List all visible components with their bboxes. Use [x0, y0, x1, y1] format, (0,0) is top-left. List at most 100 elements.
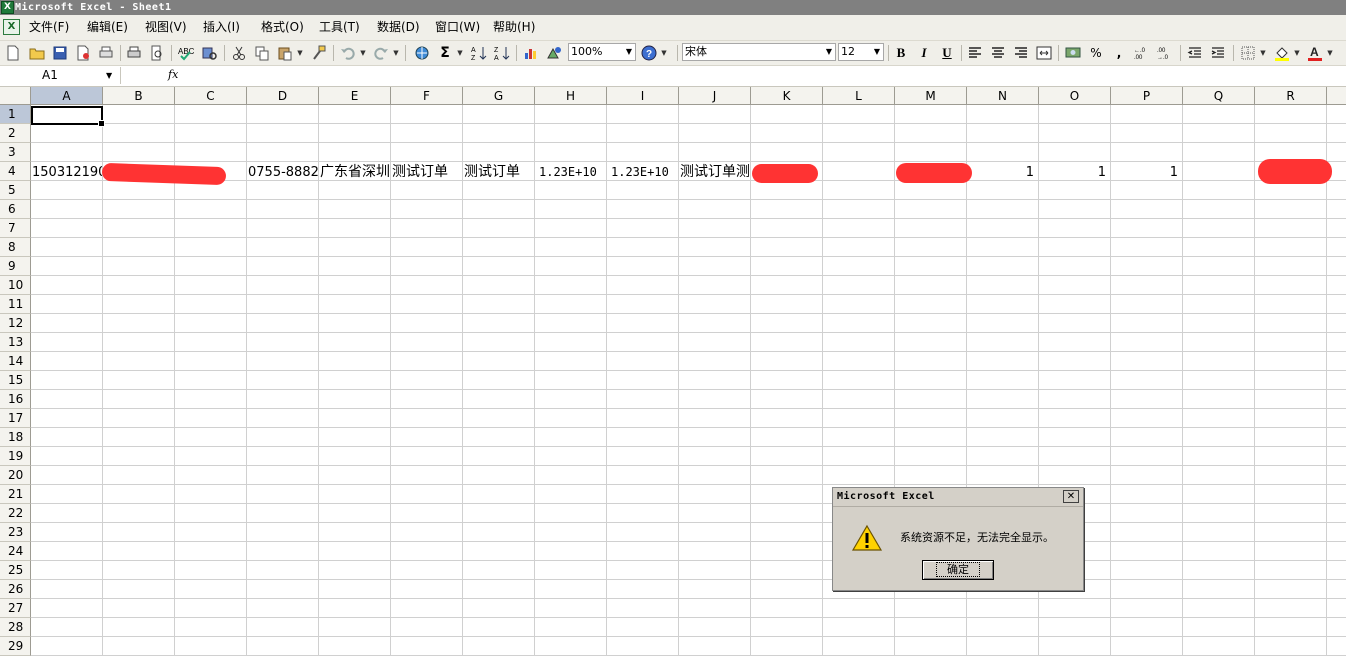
- align-center-icon[interactable]: [989, 44, 1007, 62]
- row-header-15[interactable]: 15: [0, 371, 31, 390]
- row-header-29[interactable]: 29: [0, 637, 31, 656]
- sort-descending-icon[interactable]: ZA: [493, 44, 511, 62]
- percent-button[interactable]: %: [1087, 44, 1105, 62]
- row-header-28[interactable]: 28: [0, 618, 31, 637]
- autosum-dropdown-icon[interactable]: ▼: [456, 44, 464, 62]
- row-header-23[interactable]: 23: [0, 523, 31, 542]
- row-header-20[interactable]: 20: [0, 466, 31, 485]
- row-header-14[interactable]: 14: [0, 352, 31, 371]
- cell-D4[interactable]: 0755-8882: [248, 163, 318, 182]
- column-header-H[interactable]: H: [535, 87, 607, 105]
- hyperlink-icon[interactable]: [413, 44, 431, 62]
- name-box[interactable]: A1 ▼: [0, 67, 121, 84]
- column-header-N[interactable]: N: [967, 87, 1039, 105]
- row-header-4[interactable]: 4: [0, 162, 31, 181]
- merge-center-icon[interactable]: [1035, 44, 1053, 62]
- cell-H4[interactable]: 1.23E+10: [539, 163, 607, 182]
- column-header-R[interactable]: R: [1255, 87, 1327, 105]
- row-header-27[interactable]: 27: [0, 599, 31, 618]
- menu-insert[interactable]: 插入(I): [203, 15, 240, 40]
- menu-window[interactable]: 窗口(W): [435, 15, 480, 40]
- column-header-B[interactable]: B: [103, 87, 175, 105]
- zoom-select[interactable]: 100% ▼: [568, 43, 636, 61]
- cell-F4[interactable]: 测试订单: [392, 163, 462, 182]
- new-file-icon[interactable]: [4, 44, 22, 62]
- row-header-6[interactable]: 6: [0, 200, 31, 219]
- fill-color-dropdown-icon[interactable]: ▼: [1293, 44, 1301, 62]
- cell-A4[interactable]: 150312190: [32, 163, 102, 182]
- cell-J4[interactable]: 测试订单测: [680, 163, 750, 182]
- borders-dropdown-icon[interactable]: ▼: [1259, 44, 1267, 62]
- italic-button[interactable]: I: [915, 44, 933, 62]
- menu-view[interactable]: 视图(V): [145, 15, 187, 40]
- font-color-dropdown-icon[interactable]: ▼: [1326, 44, 1334, 62]
- row-header-24[interactable]: 24: [0, 542, 31, 561]
- excel-app-icon[interactable]: X: [1, 1, 14, 14]
- drawing-icon[interactable]: [545, 44, 563, 62]
- row-header-5[interactable]: 5: [0, 181, 31, 200]
- fill-handle[interactable]: [98, 120, 105, 127]
- row-header-13[interactable]: 13: [0, 333, 31, 352]
- menu-tools[interactable]: 工具(T): [319, 15, 360, 40]
- currency-icon[interactable]: [1064, 44, 1082, 62]
- column-header-overflow[interactable]: [1327, 87, 1346, 105]
- chart-wizard-icon[interactable]: [522, 44, 540, 62]
- permission-icon[interactable]: [74, 44, 92, 62]
- active-cell-A1[interactable]: [31, 106, 105, 127]
- column-header-P[interactable]: P: [1111, 87, 1183, 105]
- save-icon[interactable]: [51, 44, 69, 62]
- worksheet-grid[interactable]: ABCDEFGHIJKLMNOPQR 1 2 3 4 5 6 7 8 9 10 11 12 13 14 15…: [0, 87, 1346, 656]
- cell-I4[interactable]: 1.23E+10: [611, 163, 679, 182]
- ok-button[interactable]: 确定: [922, 560, 994, 580]
- column-header-E[interactable]: E: [319, 87, 391, 105]
- cell-N4[interactable]: 1: [966, 163, 1038, 182]
- column-header-Q[interactable]: Q: [1183, 87, 1255, 105]
- row-header-3[interactable]: 3: [0, 143, 31, 162]
- column-header-L[interactable]: L: [823, 87, 895, 105]
- fill-color-icon[interactable]: [1273, 44, 1291, 62]
- research-icon[interactable]: [200, 44, 218, 62]
- column-header-I[interactable]: I: [607, 87, 679, 105]
- copy-icon[interactable]: [253, 44, 271, 62]
- dialog-close-button[interactable]: ✕: [1063, 490, 1079, 503]
- paste-icon[interactable]: [276, 44, 294, 62]
- row-header-9[interactable]: 9: [0, 257, 31, 276]
- open-folder-icon[interactable]: [28, 44, 46, 62]
- preview-icon[interactable]: [148, 44, 166, 62]
- row-header-19[interactable]: 19: [0, 447, 31, 466]
- workbook-icon[interactable]: X: [3, 19, 20, 35]
- cell-P4[interactable]: 1: [1110, 163, 1182, 182]
- redo-dropdown-icon[interactable]: ▼: [392, 44, 400, 62]
- row-header-1[interactable]: 1: [0, 105, 31, 124]
- print-icon[interactable]: [125, 44, 143, 62]
- decrease-indent-icon[interactable]: [1186, 44, 1204, 62]
- paste-dropdown-icon[interactable]: ▼: [296, 44, 304, 62]
- undo-dropdown-icon[interactable]: ▼: [359, 44, 367, 62]
- cut-icon[interactable]: [230, 44, 248, 62]
- column-header-O[interactable]: O: [1039, 87, 1111, 105]
- help-icon[interactable]: ?: [640, 44, 658, 62]
- cell-G4[interactable]: 测试订单: [464, 163, 534, 182]
- decrease-decimal-icon[interactable]: .00 →.0: [1156, 44, 1174, 62]
- row-header-2[interactable]: 2: [0, 124, 31, 143]
- align-left-icon[interactable]: [966, 44, 984, 62]
- font-dropdown-icon[interactable]: ▼: [823, 44, 835, 60]
- autosum-icon[interactable]: Σ: [436, 44, 454, 62]
- column-header-C[interactable]: C: [175, 87, 247, 105]
- row-header-10[interactable]: 10: [0, 276, 31, 295]
- row-header-26[interactable]: 26: [0, 580, 31, 599]
- column-header-K[interactable]: K: [751, 87, 823, 105]
- redo-icon[interactable]: [372, 44, 390, 62]
- font-color-icon[interactable]: A: [1306, 44, 1324, 62]
- font-name-select[interactable]: 宋体 ▼: [682, 43, 836, 61]
- font-size-dropdown-icon[interactable]: ▼: [871, 44, 883, 60]
- column-header-M[interactable]: M: [895, 87, 967, 105]
- increase-decimal-icon[interactable]: ←.0.00: [1133, 44, 1151, 62]
- menu-help[interactable]: 帮助(H): [493, 15, 535, 40]
- row-header-17[interactable]: 17: [0, 409, 31, 428]
- comma-style-button[interactable]: ,: [1110, 44, 1128, 62]
- row-header-22[interactable]: 22: [0, 504, 31, 523]
- row-header-11[interactable]: 11: [0, 295, 31, 314]
- underline-button[interactable]: U: [938, 44, 956, 62]
- zoom-dropdown-icon[interactable]: ▼: [623, 44, 635, 60]
